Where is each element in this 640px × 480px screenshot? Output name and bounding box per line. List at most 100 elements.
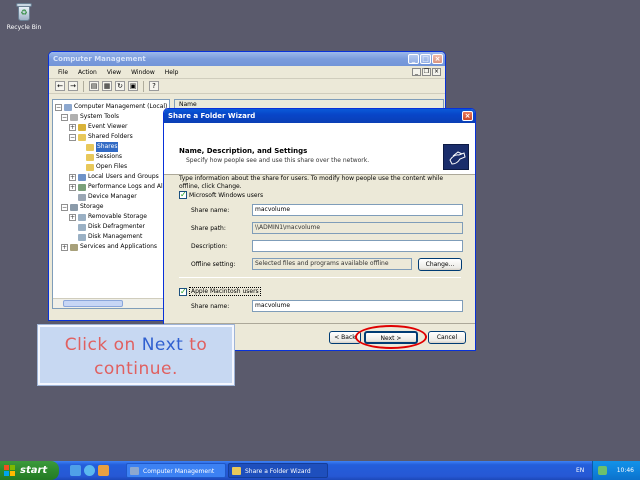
menu-window[interactable]: Window <box>128 69 158 76</box>
toolbar: ← → ▤ ▦ ↻ ▣ ? <box>49 79 445 94</box>
offline-setting-label: Offline setting: <box>191 261 236 268</box>
section-divider <box>179 277 461 278</box>
wizard-body: Type information about the share for use… <box>164 175 475 325</box>
tree-item-shared-folders[interactable]: − Shared Folders <box>69 132 133 142</box>
computer-management-titlebar[interactable]: Computer Management _ □ × <box>49 52 445 66</box>
users-icon <box>78 173 86 181</box>
taskbar-button-share-wizard[interactable]: Share a Folder Wizard <box>228 463 328 478</box>
instruction-callout: Click on Next to continue. <box>38 325 234 385</box>
tree-item-computer-management[interactable]: − Computer Management (Local) <box>55 102 167 112</box>
computer-icon <box>130 467 139 475</box>
tree-item-system-tools[interactable]: − System Tools <box>61 112 119 122</box>
folder-icon <box>86 153 94 161</box>
menu-file[interactable]: File <box>55 69 71 76</box>
computer-icon <box>64 103 72 111</box>
windows-logo-icon <box>4 465 15 476</box>
storage-icon <box>70 203 78 211</box>
menu-help[interactable]: Help <box>162 69 182 76</box>
intro-text: Type information about the share for use… <box>179 175 444 190</box>
disk-icon <box>78 223 86 231</box>
child-restore-button[interactable]: ❐ <box>422 68 431 76</box>
maximize-button[interactable]: □ <box>420 54 431 64</box>
folder-icon <box>232 467 241 475</box>
disk-icon <box>78 213 86 221</box>
clock[interactable]: 10:46 <box>617 461 634 480</box>
services-icon <box>70 243 78 251</box>
tree-item-services-and-applications[interactable]: + Services and Applications <box>61 242 157 252</box>
language-indicator[interactable]: EN <box>576 461 584 480</box>
recycle-bin-icon: ♻ <box>15 2 33 22</box>
child-minimize-button[interactable]: _ <box>412 68 421 76</box>
export-list-icon[interactable]: ▣ <box>128 81 138 91</box>
folder-icon <box>78 133 86 141</box>
change-button[interactable]: Change... <box>418 258 462 271</box>
wizard-header: Name, Description, and Settings Specify … <box>164 123 475 175</box>
wizard-titlebar[interactable]: Share a Folder Wizard × <box>164 109 475 123</box>
console-tree[interactable]: − Computer Management (Local) − System Too… <box>52 99 170 309</box>
tree-item-device-manager[interactable]: Device Manager <box>78 192 137 202</box>
computer-management-title: Computer Management <box>53 55 146 63</box>
wizard-title: Share a Folder Wizard <box>168 112 256 120</box>
checkmark-icon: ✓ <box>179 190 187 199</box>
show-hide-tree-icon[interactable]: ▤ <box>89 81 99 91</box>
tree-item-disk-defragmenter[interactable]: Disk Defragmenter <box>78 222 145 232</box>
help-icon[interactable]: ? <box>149 81 159 91</box>
disk-icon <box>78 233 86 241</box>
cancel-button[interactable]: Cancel <box>428 331 466 344</box>
tree-item-sessions[interactable]: Sessions <box>86 152 122 162</box>
offline-setting-field: Selected files and programs available of… <box>252 258 412 270</box>
folder-icon <box>86 163 94 171</box>
tree-item-performance-logs[interactable]: + Performance Logs and Al <box>69 182 163 192</box>
internet-explorer-icon[interactable] <box>84 465 95 476</box>
recycle-bin-label: Recycle Bin <box>6 24 42 31</box>
wizard-header-title: Name, Description, and Settings <box>179 147 308 155</box>
share-path-field: \\ADMIN1\macvolume <box>252 222 463 234</box>
minimize-button[interactable]: _ <box>408 54 419 64</box>
network-icon[interactable] <box>598 466 607 475</box>
shared-folder-hand-icon <box>443 144 469 170</box>
tools-icon <box>70 113 78 121</box>
menu-bar: File Action View Window Help _ ❐ × <box>49 66 445 79</box>
tree-item-shares[interactable]: Shares <box>86 142 119 152</box>
share-name-input[interactable]: macvolume <box>252 204 463 216</box>
tree-item-local-users[interactable]: + Local Users and Groups <box>69 172 159 182</box>
tree-item-open-files[interactable]: Open Files <box>86 162 127 172</box>
share-path-label: Share path: <box>191 225 226 232</box>
highlight-ring <box>355 325 427 349</box>
wizard-close-button[interactable]: × <box>462 111 473 121</box>
recycle-bin-shortcut[interactable]: ♻ Recycle Bin <box>6 2 42 31</box>
show-desktop-icon[interactable] <box>70 465 81 476</box>
menu-view[interactable]: View <box>104 69 124 76</box>
description-input[interactable] <box>252 240 463 252</box>
close-button[interactable]: × <box>432 54 443 64</box>
tree-item-disk-management[interactable]: Disk Management <box>78 232 142 242</box>
wizard-header-subtitle: Specify how people see and use this shar… <box>186 157 370 164</box>
wizard-footer <box>164 323 475 324</box>
tree-item-event-viewer[interactable]: + Event Viewer <box>69 122 128 132</box>
taskbar-button-computer-management[interactable]: Computer Management <box>126 463 226 478</box>
mac-users-checkbox[interactable]: ✓ Apple Macintosh users <box>179 287 261 296</box>
child-close-button[interactable]: × <box>432 68 441 76</box>
event-viewer-icon <box>78 123 86 131</box>
menu-action[interactable]: Action <box>75 69 100 76</box>
start-button[interactable]: start <box>0 461 59 480</box>
media-player-icon[interactable] <box>98 465 109 476</box>
tree-item-removable-storage[interactable]: + Removable Storage <box>69 212 147 222</box>
windows-users-checkbox[interactable]: ✓ Microsoft Windows users <box>179 191 263 199</box>
share-name-label: Share name: <box>191 207 230 214</box>
tree-horizontal-scrollbar[interactable] <box>53 298 169 308</box>
tree-item-storage[interactable]: − Storage <box>61 202 103 212</box>
callout-text: Click on Next to continue. <box>64 335 208 379</box>
perf-icon <box>78 183 86 191</box>
mac-share-name-input[interactable]: macvolume <box>252 300 463 312</box>
share-folder-wizard-window: Share a Folder Wizard × Name, Descriptio… <box>163 108 476 351</box>
properties-icon[interactable]: ▦ <box>102 81 112 91</box>
callout-highlight: Next <box>141 335 184 355</box>
back-arrow-icon[interactable]: ← <box>55 81 65 91</box>
refresh-icon[interactable]: ↻ <box>115 81 125 91</box>
system-tray: 10:46 <box>592 461 640 480</box>
checkmark-icon: ✓ <box>179 286 187 296</box>
forward-arrow-icon[interactable]: → <box>68 81 78 91</box>
mac-share-name-label: Share name: <box>191 303 230 310</box>
folder-icon <box>86 143 94 151</box>
